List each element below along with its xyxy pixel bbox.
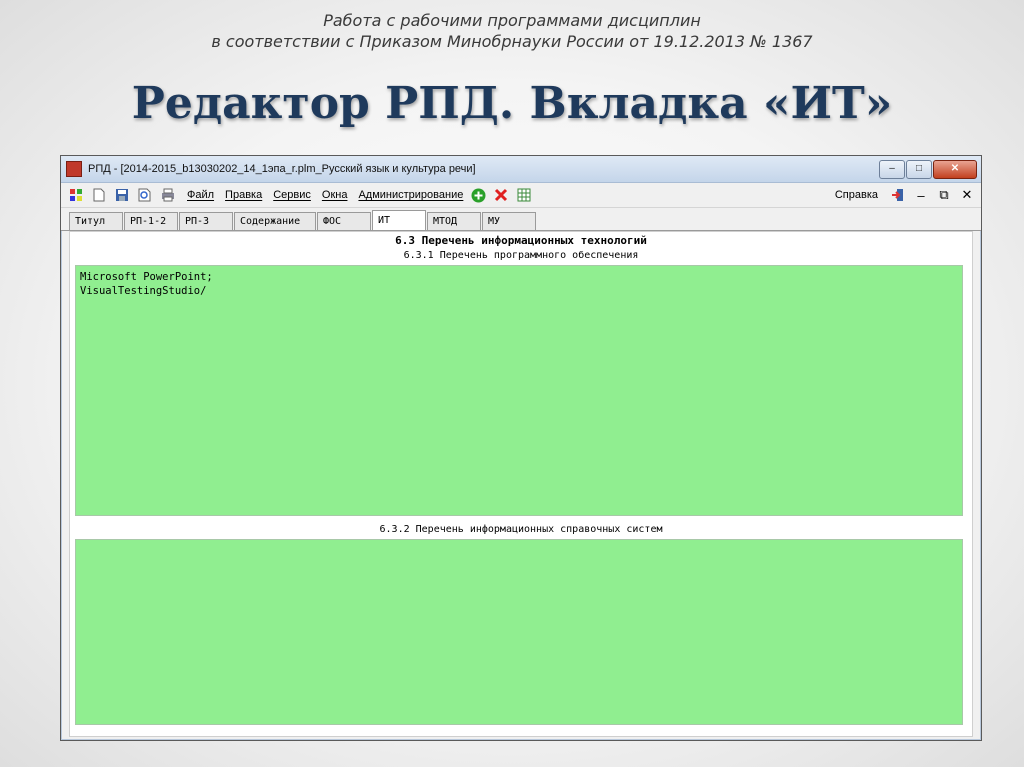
exit-icon[interactable] — [890, 187, 906, 203]
slide-title: Редактор РПД. Вкладка «ИТ» — [131, 78, 893, 129]
grid-icon[interactable] — [68, 187, 84, 203]
tab-rp-1-2[interactable]: РП-1-2 — [124, 212, 178, 230]
menu-help[interactable]: Справка — [835, 189, 878, 201]
new-document-icon[interactable] — [91, 187, 107, 203]
software-line-1: Microsoft PowerPoint; — [80, 271, 213, 283]
software-line-2: VisualTestingStudio/ — [80, 285, 207, 297]
maximize-button[interactable]: □ — [906, 159, 932, 179]
reference-systems-title: 6.3.2 Перечень информационных справочных… — [379, 524, 663, 535]
mdi-minimize-icon[interactable]: – — [913, 187, 929, 203]
menu-windows[interactable]: Окна — [322, 189, 348, 201]
app-window: РПД - [2014-2015_b13030202_14_1эпа_r.plm… — [60, 155, 982, 741]
app-icon — [66, 161, 82, 177]
caption-line-2: в соответствии с Приказом Минобрнауки Ро… — [211, 32, 813, 51]
menu-service[interactable]: Сервис — [273, 189, 311, 201]
table-icon[interactable] — [516, 187, 532, 203]
window-title: РПД - [2014-2015_b13030202_14_1эпа_r.plm… — [88, 163, 476, 175]
print-icon[interactable] — [160, 187, 176, 203]
tab-mtod[interactable]: МТОД — [427, 212, 481, 230]
menu-file[interactable]: Файл — [187, 189, 214, 201]
slide-caption: Работа с рабочими программами дисциплин … — [0, 10, 1024, 52]
software-list-title: 6.3.1 Перечень программного обеспечения — [403, 250, 639, 261]
tab-rp-3[interactable]: РП-3 — [179, 212, 233, 230]
caption-line-1: Работа с рабочими программами дисциплин — [323, 11, 701, 30]
tab-bar: Титул РП-1-2 РП-3 Содержание ФОС ИТ МТОД… — [61, 208, 981, 231]
tab-content[interactable]: Содержание — [234, 212, 316, 230]
tab-titul[interactable]: Титул — [69, 212, 123, 230]
save-icon[interactable] — [114, 187, 130, 203]
mdi-restore-icon[interactable]: ⧉ — [936, 187, 952, 203]
close-button[interactable]: ✕ — [933, 159, 977, 179]
window-controls: – □ ✕ — [879, 159, 977, 179]
reference-systems-editor[interactable] — [75, 539, 963, 725]
software-list-editor[interactable]: Microsoft PowerPoint; VisualTestingStudi… — [75, 265, 963, 516]
menu-edit[interactable]: Правка — [225, 189, 262, 201]
menu-bar: Файл Правка Сервис Окна Администрировани… — [61, 183, 981, 208]
delete-icon[interactable] — [493, 187, 509, 203]
minimize-button[interactable]: – — [879, 159, 905, 179]
add-icon[interactable] — [470, 187, 486, 203]
it-content-panel: 6.3 Перечень информационных технологий 6… — [69, 231, 973, 737]
mdi-close-icon[interactable]: ✕ — [959, 187, 975, 203]
menu-administration[interactable]: Администрирование — [358, 189, 463, 201]
title-bar[interactable]: РПД - [2014-2015_b13030202_14_1эпа_r.plm… — [61, 156, 981, 183]
tab-it[interactable]: ИТ — [372, 210, 426, 230]
section-heading: 6.3 Перечень информационных технологий — [395, 234, 647, 247]
tab-fos[interactable]: ФОС — [317, 212, 371, 230]
tab-mu[interactable]: МУ — [482, 212, 536, 230]
print-preview-icon[interactable] — [137, 187, 153, 203]
